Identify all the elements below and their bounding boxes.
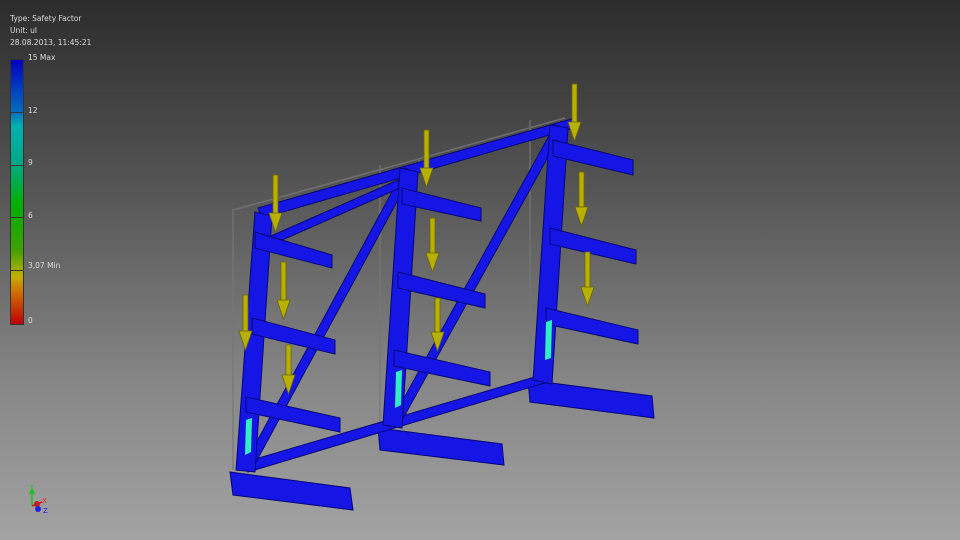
load-arrow-icon — [425, 217, 440, 274]
rack-structure — [229, 117, 655, 511]
arm — [545, 307, 639, 345]
load-arrow-icon — [276, 261, 291, 321]
load-arrow-icon — [580, 251, 595, 308]
base-left — [229, 471, 354, 511]
base-right — [527, 379, 655, 419]
axis-triad-icon: X Y Z — [29, 484, 48, 515]
arm — [245, 396, 341, 433]
load-arrow-icon — [574, 171, 589, 228]
y-axis-label: Y — [29, 484, 34, 491]
x-axis-label: X — [42, 497, 47, 505]
fea-model-viewport[interactable] — [0, 0, 960, 540]
arm — [393, 349, 491, 387]
load-arrow-icon — [567, 83, 582, 143]
arm — [549, 227, 637, 265]
z-axis-label: Z — [43, 507, 48, 515]
base-middle — [377, 427, 505, 466]
